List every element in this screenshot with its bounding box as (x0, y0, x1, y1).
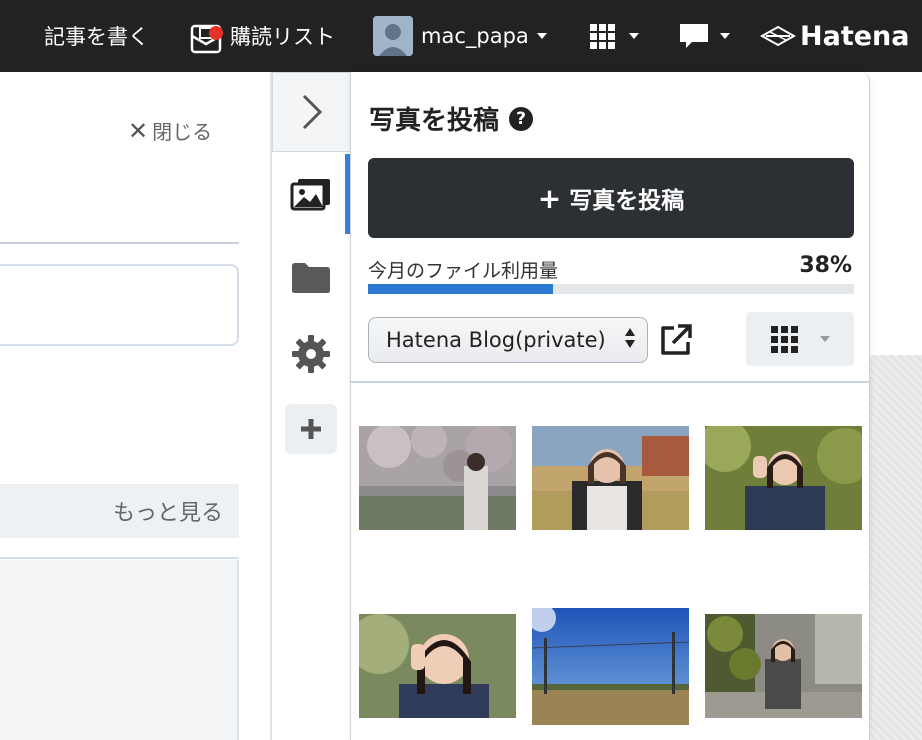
photo-upload-panel: 写真を投稿 ? + 写真を投稿 今月のファイル利用量 38% Hatena Bl… (350, 72, 871, 740)
photo-thumbnail[interactable] (705, 426, 862, 530)
post-photo-button[interactable]: + 写真を投稿 (368, 158, 854, 238)
photo-cherry-blossom-portrait (359, 426, 516, 530)
hatena-logo-link[interactable]: Hatena (760, 0, 909, 72)
photo-blue-sky-field (532, 608, 689, 725)
divider (0, 242, 239, 244)
avatar (373, 16, 413, 56)
close-icon: ✕ (128, 116, 149, 145)
messages-menu[interactable] (678, 0, 730, 72)
global-header: 記事を書く 購読リスト mac_papa Hatena (0, 0, 922, 72)
folder-icon (292, 263, 330, 293)
close-label: 閉じる (152, 120, 213, 144)
chevron-down-icon (720, 33, 730, 39)
write-article-label: 記事を書く (44, 25, 149, 49)
sidebar-tool-strip (270, 72, 352, 740)
username-label: mac_papa (421, 24, 529, 48)
editor-body-area[interactable] (0, 560, 239, 740)
file-usage-percent: 38% (799, 253, 852, 278)
sidebar-item-settings[interactable] (272, 324, 350, 384)
photo-denim-jacket-portrait (705, 426, 862, 530)
subscription-inbox-icon (188, 16, 224, 56)
photo-vest-portrait (532, 426, 689, 530)
title-input[interactable] (0, 264, 239, 346)
chevron-down-icon (536, 33, 547, 39)
select-arrows-icon (625, 328, 635, 348)
close-button[interactable]: ✕ 閉じる (128, 116, 212, 145)
photo-ivy-wall-portrait (705, 614, 862, 718)
notification-dot (209, 26, 223, 40)
grid-view-icon (770, 325, 798, 353)
more-label: もっと見る (112, 501, 223, 526)
subscription-list-label: 購読リスト (230, 25, 335, 49)
collapse-panel-button[interactable] (272, 72, 352, 152)
photo-thumbnail[interactable] (705, 614, 862, 718)
open-blog-link[interactable] (658, 322, 694, 358)
services-menu[interactable] (590, 0, 639, 72)
divider (0, 557, 239, 559)
help-icon[interactable]: ? (509, 106, 534, 131)
divider (351, 381, 871, 383)
apps-grid-icon (590, 23, 615, 49)
view-mode-button[interactable] (746, 312, 854, 366)
file-usage-bar-fill (368, 284, 553, 294)
panel-title: 写真を投稿 ? (369, 100, 534, 137)
external-link-icon (661, 324, 692, 355)
photo-thumbnail[interactable] (532, 426, 689, 530)
chevron-down-icon (819, 336, 830, 342)
file-usage-bar (368, 284, 854, 294)
panel-title-text: 写真を投稿 (369, 106, 500, 136)
plus-icon (301, 419, 321, 439)
write-article-link[interactable]: 記事を書く (44, 0, 149, 72)
photo-thumbnail[interactable] (359, 614, 516, 718)
user-menu[interactable]: mac_papa (373, 0, 547, 72)
photo-closeup-portrait (359, 614, 516, 718)
sidebar-item-folder[interactable] (272, 248, 350, 308)
photo-thumbnail[interactable] (532, 608, 689, 725)
post-photo-label: 写真を投稿 (569, 188, 685, 214)
page-background (870, 355, 922, 740)
blog-select[interactable]: Hatena Blog(private) (368, 317, 648, 363)
blog-select-value: Hatena Blog(private) (386, 328, 606, 352)
images-icon (290, 179, 330, 211)
add-tool-button[interactable] (285, 404, 337, 454)
gear-icon (292, 335, 330, 373)
brand-name: Hatena (800, 20, 910, 52)
subscription-list-link[interactable]: 購読リスト (188, 0, 335, 72)
plus-icon: + (537, 181, 562, 215)
file-usage-label: 今月のファイル利用量 (368, 260, 559, 282)
chevron-right-icon (302, 94, 323, 130)
speech-bubble-icon (680, 24, 708, 48)
chevron-down-icon (629, 33, 639, 39)
sidebar-item-photos[interactable] (272, 164, 350, 224)
more-button[interactable]: もっと見る (0, 484, 239, 538)
hatena-logo-icon (760, 25, 796, 47)
photo-thumbnail[interactable] (359, 426, 516, 530)
